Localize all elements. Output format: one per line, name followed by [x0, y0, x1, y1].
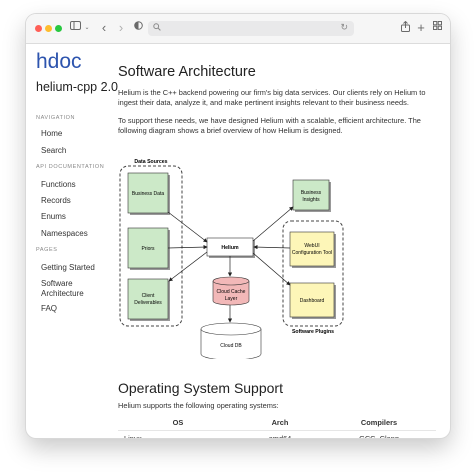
webui-label-2: Configuration Tool — [292, 250, 332, 256]
sidebar-item-faq[interactable]: FAQ — [41, 304, 57, 314]
cloud-cache-label-1: Cloud Cache — [217, 289, 246, 295]
architecture-diagram: Data Sources Software Plugins Business D… — [119, 159, 344, 359]
shield-half-icon[interactable] — [133, 21, 143, 35]
os-support-table: OS Arch Compilers Linux amd64 GCC, Clang — [118, 416, 436, 438]
nav-section-title: API DOCUMENTATION — [36, 164, 105, 170]
software-plugins-label: Software Plugins — [292, 329, 334, 335]
cloud-cache-top — [212, 276, 250, 286]
sidebar-icon[interactable] — [69, 21, 81, 35]
nav-section-title: NAVIGATION — [36, 115, 76, 121]
cloud-db-top — [200, 322, 262, 336]
column-header-os: OS — [172, 418, 184, 428]
sidebar-item-software-architecture[interactable]: Software Architecture — [41, 279, 105, 299]
cell-compilers: GCC, Clang — [322, 429, 436, 438]
nav-section-title: PAGES — [36, 247, 58, 253]
sidebar-item-functions[interactable]: Functions — [41, 180, 76, 190]
intro-paragraph: Helium is the C++ backend powering our f… — [118, 88, 426, 107]
zoom-window-button[interactable] — [55, 25, 62, 32]
os-support-heading: Operating System Support — [118, 380, 283, 396]
arrow-business-data-to-helium — [167, 211, 208, 243]
chevron-right-icon[interactable]: › — [116, 21, 126, 35]
sidebar-item-home[interactable]: Home — [41, 129, 62, 139]
client-deliverables-box — [127, 278, 169, 320]
business-data-label: Business Data — [132, 191, 164, 197]
arrow-priors-to-helium — [167, 244, 208, 250]
sidebar-item-getting-started[interactable]: Getting Started — [41, 263, 95, 273]
sidebar-item-search[interactable]: Search — [41, 146, 66, 156]
browser-window: ⌄ ‹ › ↻ + hdoc helium-cpp 2.0 NAVIGATION… — [26, 14, 450, 438]
data-sources-label: Data Sources — [134, 159, 167, 165]
address-bar[interactable]: ↻ — [148, 21, 354, 36]
plus-icon[interactable]: + — [415, 21, 427, 35]
client-deliverables-label-2: Deliverables — [134, 300, 162, 306]
table-header-row: OS Arch Compilers — [118, 416, 436, 430]
webui-box — [289, 231, 335, 267]
cloud-db-label: Cloud DB — [220, 343, 242, 349]
search-icon — [153, 23, 161, 33]
sidebar-item-enums[interactable]: Enums — [41, 212, 66, 222]
arrow-helium-to-insights — [252, 206, 294, 242]
browser-toolbar: ⌄ ‹ › ↻ + — [26, 14, 450, 44]
cell-os: Linux — [118, 429, 238, 438]
priors-label: Priors — [141, 246, 155, 252]
architecture-paragraph: To support these needs, we have designed… — [118, 116, 421, 135]
arrow-helium-to-client-deliverables — [168, 251, 208, 282]
page-title: Software Architecture — [118, 64, 256, 80]
share-icon[interactable] — [399, 20, 411, 37]
helium-label: Helium — [221, 245, 239, 251]
business-insights-label-2: Insights — [302, 197, 320, 203]
column-header-compilers: Compilers — [360, 418, 398, 428]
dashboard-label: Dashboard — [300, 298, 325, 304]
minimize-window-button[interactable] — [45, 25, 52, 32]
arrow-webui-to-helium — [253, 244, 291, 250]
project-version: helium-cpp 2.0 — [36, 80, 118, 94]
webui-label-1: WebUI — [304, 243, 319, 249]
os-support-intro: Helium supports the following operating … — [118, 401, 279, 410]
site-logo-text[interactable]: hdoc — [36, 50, 82, 74]
client-deliverables-label-1: Client — [142, 293, 155, 299]
grid-icon[interactable] — [431, 21, 443, 35]
table-row: Linux amd64 GCC, Clang — [118, 429, 436, 438]
cell-arch: amd64 — [238, 429, 322, 438]
reload-icon[interactable]: ↻ — [340, 22, 348, 33]
business-insights-label-1: Business — [301, 190, 322, 196]
chevron-left-icon[interactable]: ‹ — [99, 21, 109, 35]
cloud-cache-label-2: Layer — [225, 296, 238, 302]
arrow-helium-to-dashboard — [252, 252, 291, 286]
close-window-button[interactable] — [35, 25, 42, 32]
column-header-arch: Arch — [271, 418, 289, 428]
chevron-down-icon[interactable]: ⌄ — [83, 21, 91, 35]
sidebar-item-namespaces[interactable]: Namespaces — [41, 229, 88, 239]
sidebar-item-records[interactable]: Records — [41, 196, 71, 206]
